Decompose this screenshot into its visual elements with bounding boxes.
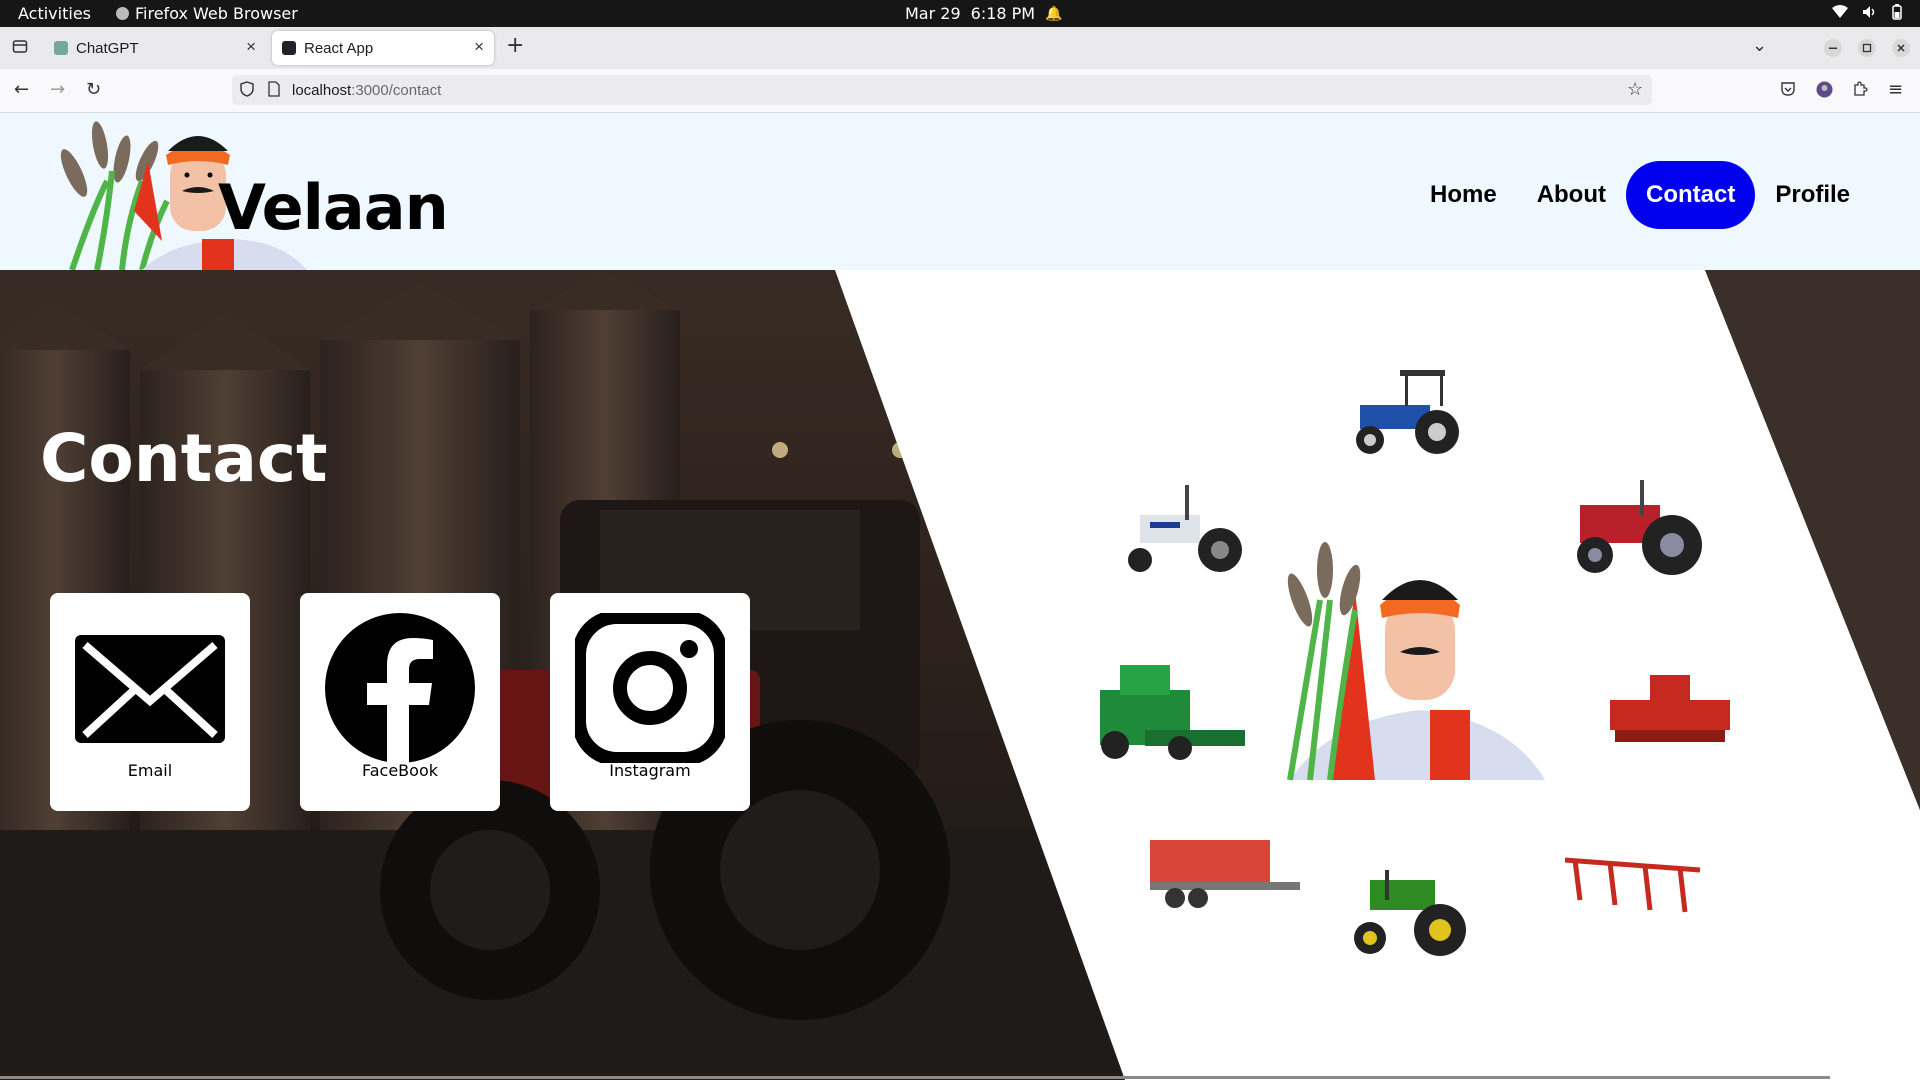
pocket-icon[interactable] xyxy=(1780,81,1796,101)
browser-tab-bar: ChatGPT × React App × + ⌄ xyxy=(0,27,1920,69)
brand-name: Velaan xyxy=(218,171,449,244)
tab-react-app[interactable]: React App × xyxy=(272,31,494,65)
activities-button[interactable]: Activities xyxy=(18,4,91,23)
forward-icon[interactable]: → xyxy=(50,81,65,99)
hamburger-menu-icon[interactable]: ≡ xyxy=(1888,81,1903,99)
wifi-icon xyxy=(1832,5,1848,18)
account-avatar-icon[interactable] xyxy=(1816,81,1833,102)
alarm-icon: 🔔 xyxy=(1045,5,1063,22)
site-header: Velaan Home About Contact Profile xyxy=(0,113,1920,270)
firefox-icon xyxy=(116,7,129,20)
tab-chatgpt[interactable]: ChatGPT × xyxy=(44,31,266,65)
facebook-label: FaceBook xyxy=(362,761,438,780)
url-bar[interactable]: localhost:3000/contact ☆ xyxy=(232,75,1652,105)
close-window-icon[interactable] xyxy=(1892,39,1910,61)
battery-icon xyxy=(1892,4,1902,20)
close-tab-icon[interactable]: × xyxy=(246,37,256,57)
envelope-icon xyxy=(75,635,225,743)
new-tab-icon[interactable]: + xyxy=(506,35,524,57)
horizontal-scrollbar[interactable] xyxy=(0,1076,1830,1079)
shield-icon[interactable] xyxy=(240,81,254,100)
nav-home[interactable]: Home xyxy=(1410,161,1517,229)
main-nav: Home About Contact Profile xyxy=(1410,161,1870,229)
contact-hero: Contact Email FaceBook Instagram xyxy=(0,270,1920,1080)
extensions-icon[interactable] xyxy=(1852,80,1868,101)
date-label: Mar 29 xyxy=(905,4,961,23)
system-top-bar: Activities Firefox Web Browser Mar 29 6:… xyxy=(0,0,1920,27)
restore-icon[interactable] xyxy=(1858,39,1876,61)
volume-icon xyxy=(1863,6,1875,18)
hero-background xyxy=(0,270,1920,1080)
tab-label: React App xyxy=(304,39,374,57)
url-path: :3000/contact xyxy=(351,82,442,99)
chatgpt-favicon-icon xyxy=(54,41,68,55)
nav-contact[interactable]: Contact xyxy=(1626,161,1756,229)
nav-about[interactable]: About xyxy=(1517,161,1626,229)
instagram-label: Instagram xyxy=(609,761,691,780)
app-name: Firefox Web Browser xyxy=(135,4,298,23)
react-favicon-icon xyxy=(282,41,296,55)
bookmark-star-icon[interactable]: ☆ xyxy=(1627,80,1643,98)
instagram-card[interactable]: Instagram xyxy=(550,593,750,811)
time-label: 6:18 PM xyxy=(970,4,1036,23)
reload-icon[interactable]: ↻ xyxy=(86,81,101,99)
nav-profile[interactable]: Profile xyxy=(1755,161,1870,229)
tab-label: ChatGPT xyxy=(76,39,139,57)
email-label: Email xyxy=(127,761,173,780)
email-card[interactable]: Email xyxy=(50,593,250,811)
clock[interactable]: Mar 29 6:18 PM 🔔 xyxy=(905,4,1063,23)
chevron-down-icon[interactable]: ⌄ xyxy=(1752,37,1767,55)
system-tray[interactable] xyxy=(1832,4,1902,20)
page-title: Contact xyxy=(40,420,328,497)
back-icon[interactable]: ← xyxy=(14,81,29,99)
instagram-icon xyxy=(575,613,725,763)
page-info-icon[interactable] xyxy=(268,81,280,100)
minimize-icon[interactable] xyxy=(1824,39,1842,61)
facebook-icon xyxy=(325,613,475,763)
close-tab-icon[interactable]: × xyxy=(474,37,484,57)
browser-nav-bar: ← → ↻ localhost:3000/contact ☆ ≡ xyxy=(0,69,1920,113)
facebook-card[interactable]: FaceBook xyxy=(300,593,500,811)
tab-list-icon[interactable] xyxy=(12,38,28,58)
app-menu[interactable]: Firefox Web Browser xyxy=(116,4,298,23)
url-text: localhost:3000/contact xyxy=(292,82,441,99)
url-host: localhost xyxy=(292,82,352,99)
